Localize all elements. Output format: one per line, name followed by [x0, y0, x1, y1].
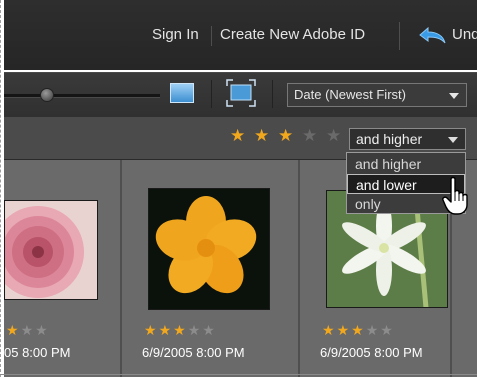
single-photo-view-button[interactable] — [170, 83, 194, 103]
photo-thumbnail-yellow-flower[interactable] — [148, 188, 270, 310]
star-icon: ★ — [35, 322, 48, 338]
frame-edge — [0, 0, 2, 377]
chevron-down-icon — [448, 137, 458, 143]
star-icon: ★ — [6, 322, 19, 338]
photo-date: 05 8:00 PM — [4, 345, 71, 360]
star-icon: ★ — [144, 322, 157, 338]
thumbnail-size-slider[interactable] — [4, 94, 160, 98]
header-divider — [211, 26, 212, 46]
create-adobe-id-link[interactable]: Create New Adobe ID — [220, 26, 365, 43]
header-divider — [399, 22, 400, 50]
filter-star-4[interactable]: ★ — [302, 126, 317, 146]
filter-star-5[interactable]: ★ — [326, 126, 341, 146]
star-icon: ★ — [322, 322, 335, 338]
sort-select-value: Date (Newest First) — [294, 87, 406, 102]
filter-star-2[interactable]: ★ — [254, 126, 269, 146]
slider-thumb[interactable] — [40, 88, 54, 102]
frame-edge — [0, 374, 477, 375]
sort-order-select[interactable]: Date (Newest First) — [287, 83, 467, 107]
photo-rating[interactable]: ★ ★ ★ ★ ★ — [322, 322, 395, 338]
star-icon: ★ — [20, 322, 34, 338]
full-screen-icon[interactable] — [226, 79, 256, 107]
rating-select-value: and higher — [356, 131, 423, 147]
star-icon: ★ — [173, 322, 186, 338]
organizer-window: Sign In Create New Adobe ID Und Date (Ne… — [0, 0, 477, 377]
chevron-down-icon — [449, 93, 459, 99]
toolbar-divider — [211, 80, 212, 108]
rating-criteria-select[interactable]: and higher — [349, 128, 466, 150]
toolbar-divider — [272, 80, 273, 108]
star-icon: ★ — [336, 322, 350, 338]
star-icon: ★ — [202, 322, 215, 338]
undo-button[interactable]: Und — [452, 26, 477, 43]
sign-in-link[interactable]: Sign In — [152, 26, 199, 43]
filter-star-1[interactable]: ★ — [230, 126, 245, 146]
undo-icon[interactable] — [416, 24, 448, 46]
photo-thumbnail-dahlia[interactable] — [4, 200, 98, 300]
hand-cursor-icon — [442, 176, 468, 215]
photo-rating[interactable]: ★ ★ ★ — [6, 322, 50, 338]
star-icon: ★ — [380, 322, 393, 338]
star-icon: ★ — [351, 322, 364, 338]
menu-item-and-higher[interactable]: and higher — [347, 154, 465, 174]
photo-rating[interactable]: ★ ★ ★ ★ ★ — [144, 322, 217, 338]
photo-date: 6/9/2005 8:00 PM — [142, 345, 245, 360]
filter-star-3[interactable]: ★ — [278, 126, 293, 146]
star-icon: ★ — [187, 322, 201, 338]
star-icon: ★ — [158, 322, 172, 338]
photo-date: 6/9/2005 8:00 PM — [320, 345, 423, 360]
star-icon: ★ — [365, 322, 379, 338]
